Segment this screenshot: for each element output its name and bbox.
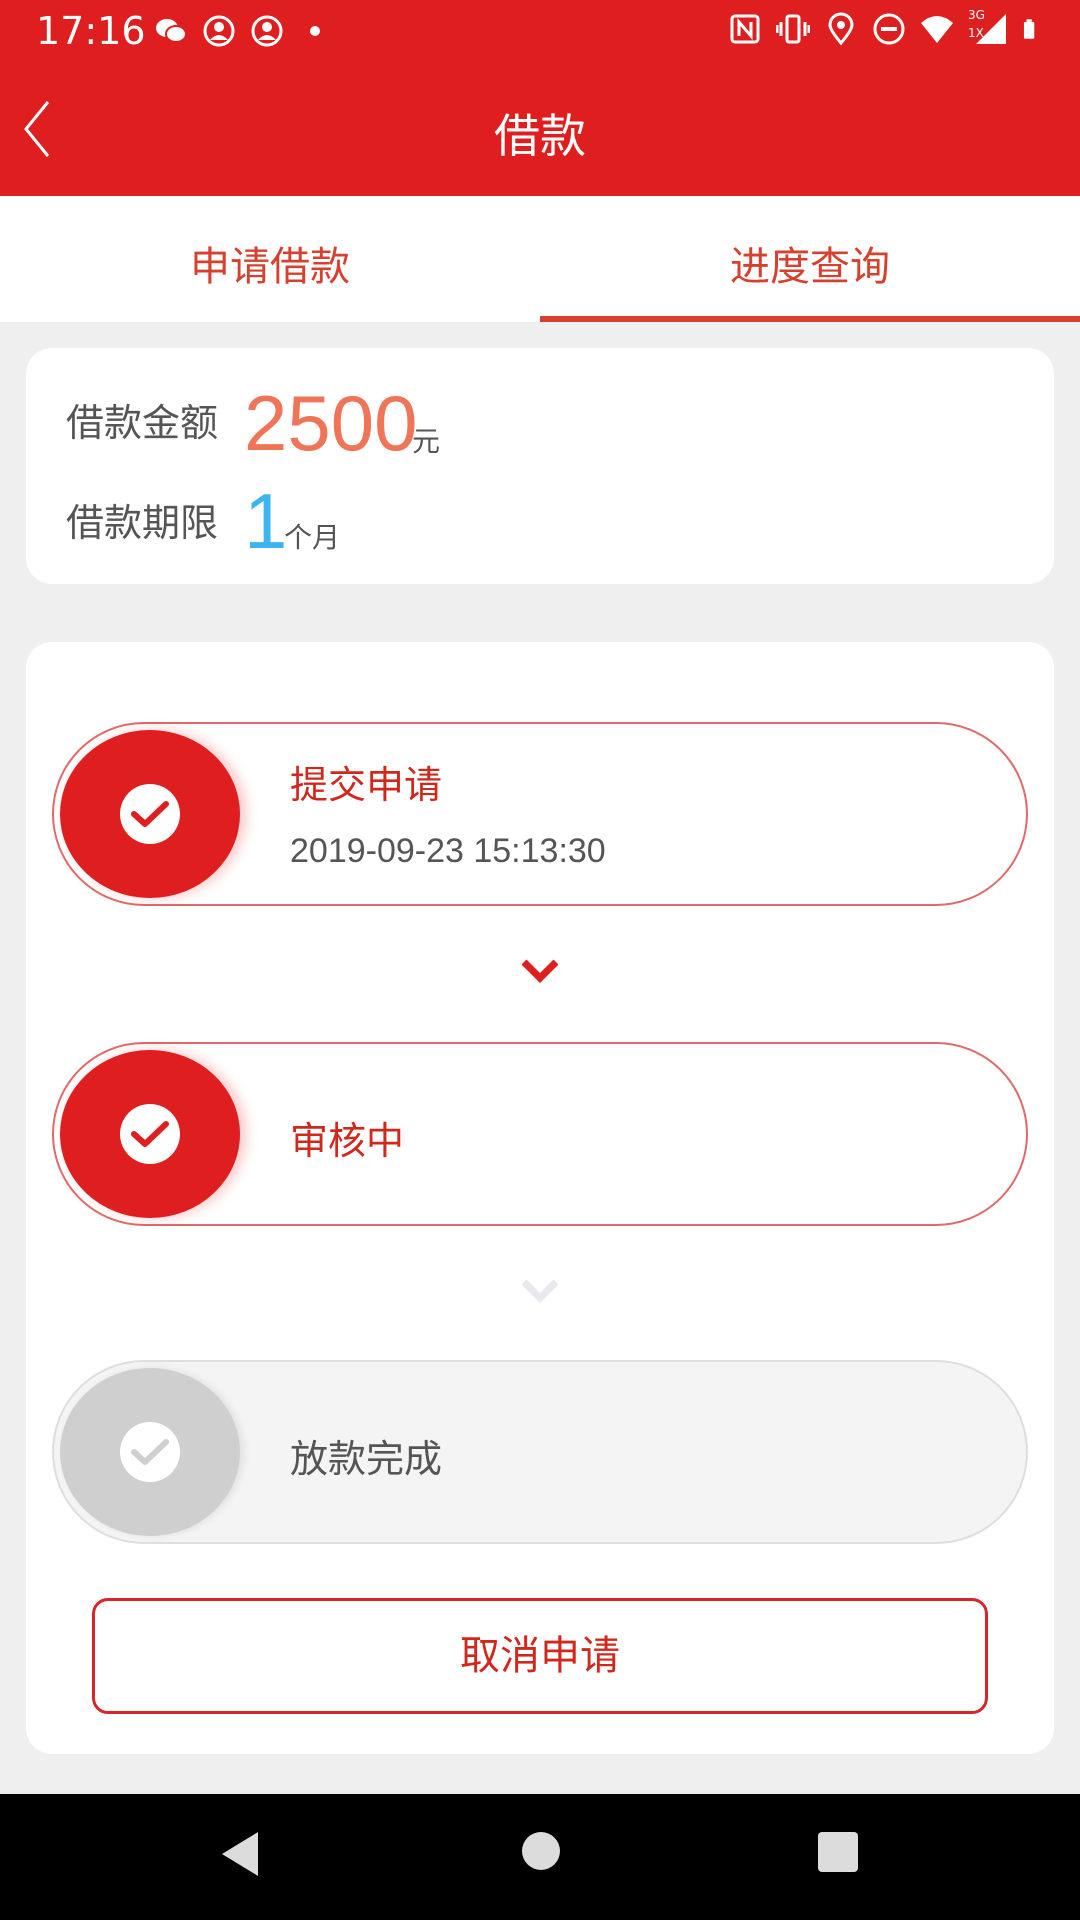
wechat-icon	[156, 19, 187, 43]
tab-bar: 申请借款 进度查询	[0, 196, 1080, 322]
location-icon	[828, 12, 854, 46]
check-icon	[120, 1422, 180, 1482]
signal-indicator: 3G 1X	[968, 8, 1008, 46]
nfc-icon	[730, 14, 760, 44]
dot-icon	[310, 26, 320, 36]
amount-label: 借款金额	[66, 401, 219, 445]
step-label: 审核中	[290, 1119, 405, 1163]
status-time: 17:16	[36, 9, 146, 53]
step-label: 放款完成	[290, 1437, 443, 1481]
chevron-down-icon	[522, 1279, 558, 1303]
battery-icon	[1023, 19, 1035, 39]
amount-value: 2500	[244, 379, 418, 467]
step-date: 2019-09-23 15:13:30	[290, 832, 606, 870]
signal-icon	[976, 14, 1006, 44]
page-title: 借款	[494, 109, 586, 163]
contact-bell-icon	[203, 15, 235, 47]
step-submit-application: 提交申请 2019-09-23 15:13:30	[52, 722, 1028, 906]
system-icons: 3G 1X	[728, 8, 1044, 46]
chevron-down-icon	[522, 959, 558, 983]
step-status-circle	[60, 1368, 240, 1536]
status-bar: 17:16 3G 1X	[0, 0, 1080, 62]
step-status-circle	[60, 730, 240, 898]
loan-info-card: 借款金额 2500 元 借款期限 1 个月	[26, 348, 1054, 584]
amount-unit: 元	[412, 425, 441, 458]
dnd-icon	[873, 13, 905, 45]
nav-home-icon[interactable]	[522, 1832, 560, 1870]
step-label: 提交申请	[290, 763, 443, 807]
term-label: 借款期限	[66, 501, 219, 545]
term-unit: 个月	[284, 521, 341, 554]
tab-label: 申请借款	[190, 244, 350, 290]
tab-apply-loan[interactable]: 申请借款	[0, 196, 540, 322]
progress-card: 提交申请 2019-09-23 15:13:30 审核中 放款完成 取消申请	[26, 642, 1054, 1754]
vibrate-icon	[776, 14, 810, 44]
system-nav-bar	[0, 1794, 1080, 1920]
wifi-icon	[921, 16, 953, 43]
check-icon	[120, 784, 180, 844]
contact-bell-icon	[251, 15, 283, 47]
step-disbursement-complete: 放款完成	[52, 1360, 1028, 1544]
step-under-review: 审核中	[52, 1042, 1028, 1226]
cancel-application-button[interactable]: 取消申请	[92, 1598, 988, 1714]
step-status-circle	[60, 1050, 240, 1218]
nav-recents-icon[interactable]	[818, 1832, 858, 1872]
check-icon	[120, 1104, 180, 1164]
nav-back-icon[interactable]	[218, 1830, 262, 1878]
notification-icons	[154, 14, 332, 48]
app-bar: 借款	[0, 62, 1080, 196]
tab-label: 进度查询	[730, 244, 890, 290]
active-tab-indicator	[540, 316, 1080, 322]
term-value: 1	[244, 477, 288, 565]
tab-progress-query[interactable]: 进度查询	[540, 196, 1080, 322]
